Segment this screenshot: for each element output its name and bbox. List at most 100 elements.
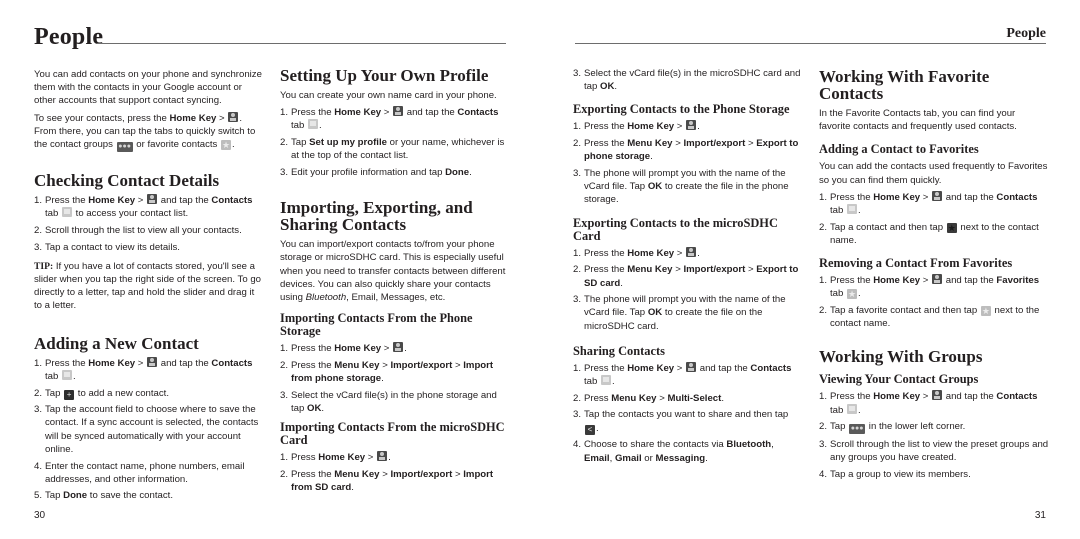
page-number-left: 30	[34, 510, 46, 521]
list-item: 2. Tap + to add a new contact.	[34, 387, 170, 400]
section-title-checking: Checking Contact Details	[34, 171, 220, 191]
column-2: Setting Up Your Own Profile You can crea…	[280, 67, 508, 500]
list-item: 5. Tap Done to save the contact.	[34, 490, 173, 502]
list-item: 2. Scroll through the list to view all yo…	[34, 224, 242, 236]
list-item: 1. Press Home Key > .	[280, 451, 391, 464]
contacts-tab-icon	[847, 204, 858, 215]
column-3: 3. Select the vCard file(s) in the microS…	[573, 67, 801, 471]
section-title-favorites: Working With Favorite Contacts	[819, 67, 990, 103]
contacts-tab-icon	[62, 207, 73, 218]
header-rule	[575, 43, 1046, 44]
contacts-app-icon	[147, 194, 158, 205]
list-item: 4. Tap a group to view its members.	[819, 468, 971, 480]
subsection-title-export-phone: Exporting Contacts to the Phone Storage	[573, 102, 790, 117]
column-1: You can add contacts on your phone and s…	[34, 68, 262, 509]
subsection-title-export-sd: Exporting Contacts to the microSDHC Card	[573, 215, 778, 243]
importing-intro: You can import/export contacts to/from y…	[280, 239, 506, 304]
subsection-title-import-phone: Importing Contacts From the Phone Storag…	[280, 311, 473, 339]
right-page: People 3. Select the vCard file(s) in the…	[540, 0, 1080, 539]
list-item: 2. Press the Menu Key > Import/export > E…	[573, 138, 799, 163]
list-item: 2. Tap Set up my profile or your name, wh…	[280, 137, 505, 162]
header-rule	[97, 43, 506, 44]
remove-favorite-steps: 1. Press the Home Key > and tap the Favor…	[819, 274, 1049, 330]
list-item: 4. Enter the contact name, phone numbers,…	[34, 460, 245, 485]
share-icon: <	[585, 424, 595, 435]
contacts-app-icon	[228, 111, 239, 122]
favorites-star-icon: ★	[221, 140, 231, 151]
contacts-tab-icon	[847, 403, 858, 414]
export-phone-steps: 1. Press the Home Key > . 2. Press the Men…	[573, 120, 801, 206]
tip: TIP: If you have a lot of contacts store…	[34, 260, 262, 312]
import-sd-steps-continued: 3. Select the vCard file(s) in the microS…	[573, 67, 801, 93]
list-item: 3. Tap a contact to view its details.	[34, 241, 180, 253]
contacts-app-icon	[147, 356, 158, 367]
contacts-tab-icon	[308, 119, 319, 130]
list-item: 2. Press the Menu Key > Import/export > I…	[280, 468, 494, 494]
favorites-tab-icon: ★	[847, 289, 858, 300]
list-item: 1. Press the Home Key > and tap the Conta…	[34, 194, 253, 220]
section-title-profile: Setting Up Your Own Profile	[280, 66, 489, 85]
list-item: 3. Edit your profile information and tap …	[280, 167, 472, 179]
list-item: 3. Tap the account field to choose where …	[34, 404, 259, 455]
list-item: 2. Tap a contact and then tap ★ next to t…	[819, 221, 1039, 246]
contacts-app-icon	[393, 342, 404, 353]
list-item: 3. Select the vCard file(s) in the phone …	[280, 389, 497, 415]
subsection-title-remove-favorite: Removing a Contact From Favorites	[819, 256, 1013, 271]
groups-icon: ●●●	[849, 424, 866, 435]
page-number-right: 31	[1034, 510, 1046, 521]
list-item: 2. Tap a favorite contact and then tap ★ …	[819, 305, 1040, 330]
contacts-app-icon	[686, 120, 697, 131]
contacts-tab-icon	[601, 375, 612, 386]
sharing-steps: 1. Press the Home Key > and tap the Conta…	[573, 361, 801, 465]
intro-instructions: To see your contacts, press the Home Key…	[34, 111, 256, 153]
contacts-app-icon	[932, 390, 943, 401]
import-sd-steps: 1. Press Home Key > . 2. Press the Menu Ke…	[280, 451, 508, 494]
intro-paragraph: You can add contacts on your phone and s…	[34, 69, 262, 107]
favorites-intro: In the Favorite Contacts tab, you can fi…	[819, 108, 1017, 133]
list-item: 2. Press Menu Key > Multi-Select.	[573, 392, 724, 404]
star-icon: ★	[980, 306, 991, 317]
list-item: 3. Tap the contacts you want to share and…	[573, 409, 789, 435]
list-item: 1. Press the Home Key > and tap the Conta…	[573, 361, 792, 388]
contacts-app-icon	[932, 274, 943, 285]
list-item: 1. Press the Home Key > .	[573, 120, 700, 133]
list-item: 1. Press the Home Key > and tap the Conta…	[819, 390, 1038, 416]
list-item: 3. Scroll through the list to view the pr…	[819, 438, 1049, 464]
contacts-app-icon	[686, 361, 697, 372]
export-sd-steps: 1. Press the Home Key > . 2. Press the Men…	[573, 246, 801, 333]
contacts-app-icon	[932, 190, 943, 201]
subsection-title-view-groups: Viewing Your Contact Groups	[819, 372, 979, 387]
chapter-title: People	[34, 24, 104, 50]
column-4: Working With Favorite Contacts In the Fa…	[819, 68, 1049, 487]
star-filled-icon: ★	[946, 222, 957, 233]
subsection-title-sharing: Sharing Contacts	[573, 343, 665, 358]
adding-steps: 1. Press the Home Key > and tap the Conta…	[34, 356, 262, 503]
list-item: 1. Press the Home Key > and tap the Favor…	[819, 274, 1040, 300]
groups-tab-icon: ●●●	[116, 142, 133, 153]
view-groups-steps: 1. Press the Home Key > and tap the Conta…	[819, 390, 1049, 481]
contacts-app-icon	[686, 246, 697, 257]
list-item: 1. Press the Home Key > and tap the Conta…	[819, 190, 1038, 217]
list-item: 2. Tap ●●● in the lower left corner.	[819, 421, 966, 435]
list-item: 3. Select the vCard file(s) in the microS…	[573, 68, 801, 93]
section-title-groups: Working With Groups	[819, 347, 983, 367]
list-item: 1. Press the Home Key > .	[573, 246, 700, 259]
list-item: 2. Press the Menu Key > Import/export > I…	[280, 359, 494, 385]
list-item: 1. Press the Home Key > .	[280, 342, 407, 355]
add-favorite-steps: 1. Press the Home Key > and tap the Conta…	[819, 190, 1049, 247]
list-item: 3. The phone will prompt you with the nam…	[573, 294, 786, 332]
list-item: 1. Press the Home Key > and tap the Conta…	[280, 106, 499, 132]
running-head: People	[1006, 26, 1046, 41]
add-favorite-intro: You can add the contacts used frequently…	[819, 161, 1048, 186]
profile-intro: You can create your own name card in you…	[280, 90, 497, 101]
subsection-title-add-favorite: Adding a Contact to Favorites	[819, 142, 979, 157]
checking-steps: 1. Press the Home Key > and tap the Conta…	[34, 194, 262, 254]
import-phone-steps: 1. Press the Home Key > . 2. Press the Men…	[280, 342, 508, 415]
contacts-app-icon	[377, 451, 388, 462]
list-item: 2. Press the Menu Key > Import/export > E…	[573, 264, 799, 289]
section-title-adding: Adding a New Contact	[34, 333, 199, 353]
contacts-tab-icon	[62, 369, 73, 380]
list-item: 1. Press the Home Key > and tap the Conta…	[34, 356, 253, 382]
add-contact-icon: +	[64, 389, 75, 400]
left-page: People You can add contacts on your phon…	[0, 0, 540, 539]
